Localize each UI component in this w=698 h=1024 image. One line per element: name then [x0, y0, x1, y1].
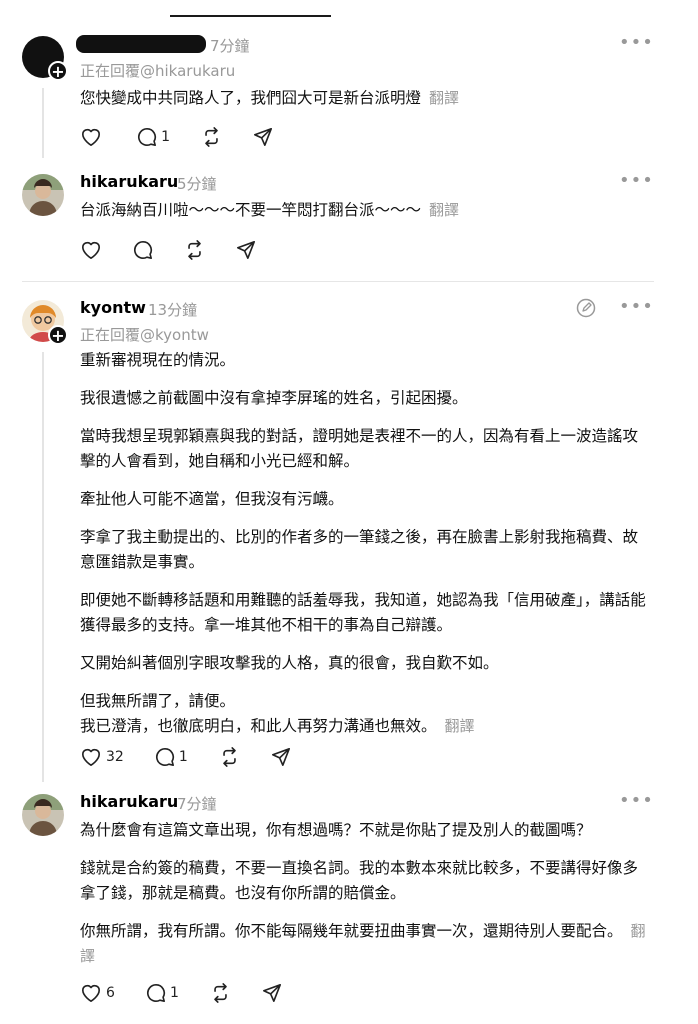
send-icon: [237, 240, 256, 259]
repost-icon: [214, 982, 227, 1003]
translate-link[interactable]: 翻譯: [429, 89, 459, 107]
send-icon: [263, 983, 282, 1002]
post-paragraph: 為什麼會有這篇文章出現，你有想過嗎？不就是你貼了提及別人的截圖嗎？: [80, 821, 592, 839]
action-bar: [80, 239, 282, 265]
like-count: 32: [106, 748, 124, 765]
comment-icon: [147, 983, 166, 1002]
post-paragraph: 即便她不斷轉移話題和用難聽的話羞辱我，我知道，她認為我「信用破產」，講話能獲得最…: [80, 591, 646, 634]
share-button[interactable]: [271, 747, 291, 767]
like-button[interactable]: [80, 240, 102, 260]
heart-icon: [82, 984, 100, 1002]
replying-to[interactable]: 正在回覆@hikarukaru: [80, 60, 235, 81]
post-time: 7分鐘: [210, 37, 250, 55]
edit-icon[interactable]: [576, 298, 596, 322]
post-paragraph: 我已澄清，也徹底明白，和此人再努力溝通也無效。: [80, 717, 437, 735]
post-paragraph: 李拿了我主動提出的、比別的作者多的一筆錢之後，再在臉書上影射我拖稿費、故意匯錯款…: [80, 528, 639, 571]
post-paragraph: 您快變成中共同路人了，我們囧大可是新台派明燈: [80, 89, 422, 107]
avatar[interactable]: [22, 174, 64, 216]
thread-line: [42, 88, 44, 158]
like-button[interactable]: 6: [80, 983, 115, 1003]
post-paragraph: 台派海納百川啦～～～不要一竿悶打翻台派～～～: [80, 201, 422, 219]
post-time: 7分鐘: [177, 795, 217, 813]
comment-button[interactable]: 1: [155, 747, 188, 767]
repost-icon: [188, 239, 201, 260]
post-body: 台派海納百川啦～～～不要一竿悶打翻台派～～～ 翻譯: [80, 198, 640, 223]
more-options-icon[interactable]: •••: [619, 170, 654, 191]
send-icon: [254, 127, 273, 146]
repost-button[interactable]: [201, 126, 222, 147]
repost-icon: [205, 126, 218, 147]
post-paragraph: 但我無所謂了，請便。: [80, 692, 236, 710]
heart-icon: [82, 241, 100, 259]
redacted-username: [76, 35, 206, 53]
thread-line: [42, 352, 44, 782]
top-tab-indicator: [170, 15, 331, 17]
post-paragraph: 當時我想呈現郭穎熹與我的對話，證明她是表裡不一的人，因為有看上一波造謠攻擊的人會…: [80, 427, 639, 470]
more-options-icon[interactable]: •••: [619, 32, 654, 53]
comment-button[interactable]: 1: [137, 127, 170, 147]
comment-button[interactable]: 1: [146, 983, 179, 1003]
post-paragraph: 你無所謂，我有所謂。你不能每隔幾年就要扭曲事實一次，還期待別人要配合。: [80, 922, 623, 940]
post-paragraph: 重新審視現在的情況。: [80, 351, 236, 369]
action-bar: 6 1: [80, 982, 308, 1008]
post-paragraph: 我很遺憾之前截圖中沒有拿掉李屏瑤的姓名，引起困擾。: [80, 389, 468, 407]
comment-count: 1: [178, 748, 188, 765]
post-paragraph: 又開始糾著個別字眼攻擊我的人格，真的很會，我自歎不如。: [80, 654, 499, 672]
comment-icon: [138, 127, 157, 146]
post-paragraph: 錢就是合約簽的稿費，不要一直換名詞。我的本數本來就比較多，不要講得好像多拿了錢，…: [80, 859, 639, 902]
post-body: 重新審視現在的情況。 我很遺憾之前截圖中沒有拿掉李屏瑤的姓名，引起困擾。 當時我…: [80, 348, 646, 739]
repost-button[interactable]: [210, 982, 231, 1003]
more-options-icon[interactable]: •••: [619, 296, 654, 317]
post-time: 5分鐘: [177, 175, 217, 193]
repost-icon: [223, 746, 236, 767]
like-count: 6: [106, 984, 115, 1001]
repost-button[interactable]: [219, 746, 240, 767]
like-button[interactable]: 32: [80, 747, 124, 767]
share-button[interactable]: [262, 983, 282, 1003]
comment-count: 1: [161, 128, 171, 145]
share-button[interactable]: [236, 240, 256, 260]
share-button[interactable]: [253, 127, 273, 147]
translate-link[interactable]: 翻譯: [429, 201, 459, 219]
repost-button[interactable]: [184, 239, 205, 260]
follow-plus-icon[interactable]: +: [48, 325, 68, 345]
more-options-icon[interactable]: •••: [619, 790, 654, 811]
action-bar: 32 1: [80, 746, 317, 772]
action-bar: 1: [80, 126, 299, 152]
translate-link[interactable]: 翻譯: [445, 717, 475, 735]
comment-icon: [134, 240, 153, 259]
comment-count: 1: [170, 984, 179, 1001]
username[interactable]: hikarukaru: [80, 172, 178, 191]
comment-icon: [155, 747, 174, 766]
comment-button[interactable]: [133, 240, 153, 260]
username[interactable]: kyontw: [80, 298, 146, 317]
post-time: 13分鐘: [148, 301, 198, 319]
post-body: 為什麼會有這篇文章出現，你有想過嗎？不就是你貼了提及別人的截圖嗎？ 錢就是合約簽…: [80, 818, 646, 969]
heart-icon: [82, 748, 100, 766]
heart-icon: [82, 128, 100, 146]
username[interactable]: hikarukaru: [80, 792, 178, 811]
send-icon: [272, 747, 291, 766]
replying-to[interactable]: 正在回覆@kyontw: [80, 324, 209, 345]
like-button[interactable]: [80, 127, 106, 147]
divider: [22, 281, 654, 282]
post-paragraph: 牽扯他人可能不適當，但我沒有污衊。: [80, 490, 344, 508]
follow-plus-icon[interactable]: +: [48, 61, 68, 81]
avatar[interactable]: [22, 794, 64, 836]
post-body: 您快變成中共同路人了，我們囧大可是新台派明燈 翻譯: [80, 86, 640, 111]
